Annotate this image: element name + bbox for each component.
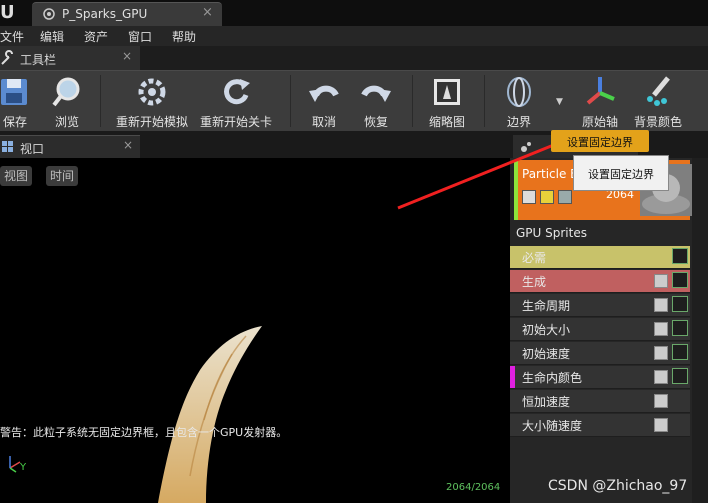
set-fixed-bounds-button[interactable]: 设置固定边界 [551,130,649,152]
watermark: CSDN @Zhichao_97 [548,478,688,494]
tooltip-popup: 设置固定边界 [573,155,669,191]
annotation-arrow [397,135,574,210]
